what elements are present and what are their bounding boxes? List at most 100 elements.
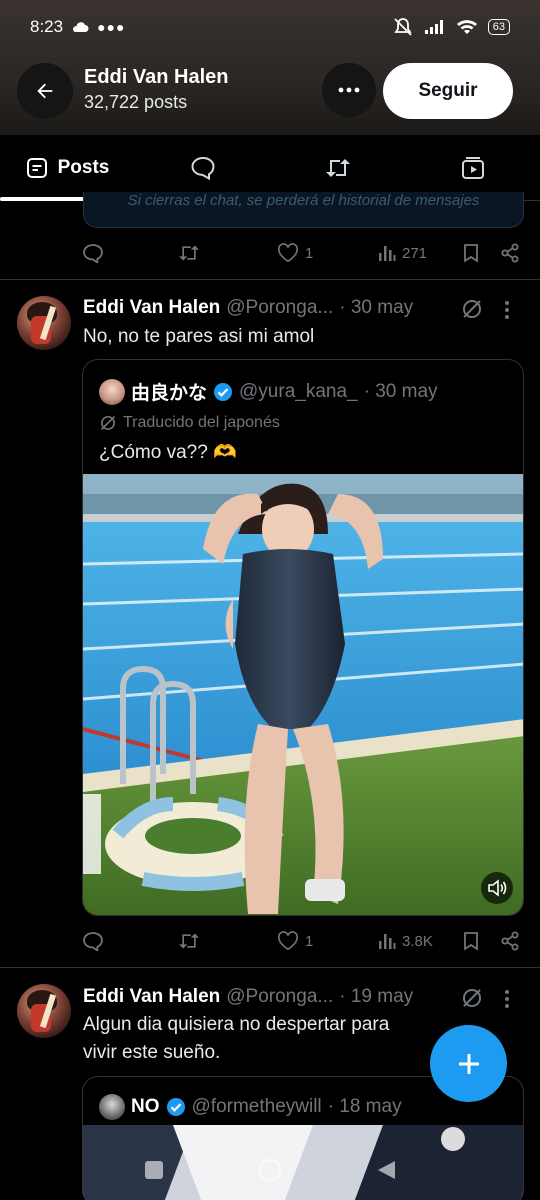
views-icon bbox=[379, 246, 396, 261]
battery-indicator: 63 bbox=[487, 19, 510, 35]
tab-reposts[interactable] bbox=[270, 135, 405, 200]
quoted-avatar bbox=[99, 378, 125, 405]
reply-icon bbox=[83, 932, 103, 951]
quoted-post-date: · 30 may bbox=[363, 380, 438, 402]
post-header: Eddi Van Halen @Poronga... · 19 may bbox=[83, 986, 413, 1008]
share-button[interactable] bbox=[500, 243, 520, 263]
grok-icon[interactable] bbox=[461, 987, 483, 1009]
tab-replies[interactable] bbox=[135, 135, 270, 200]
reply-button[interactable] bbox=[82, 931, 104, 951]
quoted-post-header: NO @formetheywill · 18 may bbox=[99, 1094, 402, 1120]
reply-icon bbox=[83, 244, 103, 263]
quoted-video[interactable] bbox=[83, 474, 523, 915]
heart-icon bbox=[277, 243, 299, 263]
bookmark-button[interactable] bbox=[462, 243, 480, 263]
like-button[interactable]: 1 bbox=[277, 931, 313, 951]
system-nav-bar bbox=[0, 1140, 540, 1200]
replies-icon bbox=[190, 156, 215, 180]
avatar[interactable] bbox=[17, 984, 71, 1038]
status-bar: 8:23 ●●● 63 bbox=[0, 0, 540, 54]
plus-icon bbox=[458, 1053, 479, 1074]
tab-media[interactable] bbox=[405, 135, 540, 200]
more-dots-icon bbox=[338, 87, 360, 93]
post-count: 32,722 posts bbox=[84, 92, 188, 112]
views-button[interactable]: 3.8K bbox=[378, 932, 433, 950]
view-count: 3.8K bbox=[402, 932, 433, 950]
previous-quote-card-tail[interactable]: Si cierras el chat, se perderá el histor… bbox=[83, 192, 524, 228]
grok-icon[interactable] bbox=[461, 298, 483, 320]
home-icon[interactable] bbox=[257, 1157, 283, 1183]
translate-icon bbox=[100, 415, 116, 431]
author-name[interactable]: Eddi Van Halen bbox=[83, 297, 220, 319]
like-count: 1 bbox=[305, 244, 314, 262]
speaker-muted-icon bbox=[488, 879, 507, 897]
media-icon bbox=[461, 156, 484, 179]
cloud-icon bbox=[73, 22, 89, 32]
arrow-left-icon bbox=[37, 83, 53, 99]
status-time: 8:23 bbox=[30, 17, 64, 36]
post-actions: 1 3.8K bbox=[82, 926, 522, 956]
reposts-icon bbox=[325, 158, 350, 177]
signal-icon bbox=[424, 20, 443, 34]
unmute-button[interactable] bbox=[481, 872, 513, 904]
heart-icon bbox=[277, 931, 299, 951]
quoted-post[interactable]: 由良かな @yura_kana_ · 30 may Traducido del … bbox=[82, 359, 524, 916]
author-handle[interactable]: @Poronga... bbox=[226, 297, 333, 319]
author-name[interactable]: Eddi Van Halen bbox=[83, 986, 220, 1008]
quoted-author-name: NO bbox=[131, 1096, 160, 1117]
pool-video-frame bbox=[83, 474, 523, 915]
profile-title-block: Eddi Van Halen 32,722 posts bbox=[84, 66, 228, 113]
bookmark-button[interactable] bbox=[462, 931, 480, 951]
share-icon bbox=[501, 931, 519, 951]
back-nav-icon[interactable] bbox=[375, 1159, 397, 1181]
quoted-avatar bbox=[99, 1094, 125, 1120]
previous-quote-text: Si cierras el chat, se perderá el histor… bbox=[127, 192, 480, 209]
post-date[interactable]: · 30 may bbox=[339, 297, 413, 319]
repost-button[interactable] bbox=[177, 243, 201, 263]
quoted-author-handle: @formetheywill bbox=[191, 1096, 322, 1117]
post-menu-icon[interactable] bbox=[504, 300, 510, 320]
quoted-post-date: · 18 may bbox=[327, 1096, 402, 1117]
post-menu-icon[interactable] bbox=[504, 989, 510, 1009]
bookmark-icon bbox=[464, 932, 478, 951]
more-options-button[interactable] bbox=[322, 63, 376, 117]
wifi-icon bbox=[456, 20, 477, 34]
previous-post-actions: 1 271 bbox=[82, 238, 522, 268]
back-button[interactable] bbox=[17, 63, 73, 119]
posts-icon bbox=[26, 157, 47, 178]
views-icon bbox=[379, 934, 396, 949]
translated-label: Traducido del japonés bbox=[99, 414, 280, 432]
post-1[interactable]: Eddi Van Halen @Poronga... · 30 may No, … bbox=[0, 280, 540, 968]
like-count: 1 bbox=[305, 932, 314, 950]
verified-badge-icon bbox=[214, 382, 233, 401]
views-button[interactable]: 271 bbox=[378, 244, 427, 262]
repost-icon bbox=[179, 933, 199, 949]
quoted-post-header: 由良かな @yura_kana_ · 30 may bbox=[99, 378, 438, 405]
profile-name: Eddi Van Halen bbox=[84, 66, 229, 88]
post-text: No, no te pares asi mi amol bbox=[83, 326, 315, 347]
more-notifications-icon: ●●● bbox=[97, 19, 126, 35]
reply-button[interactable] bbox=[82, 243, 104, 263]
quoted-post-text: ¿Cómo va?? 🫶 bbox=[99, 442, 237, 463]
like-button[interactable]: 1 bbox=[277, 243, 313, 263]
bookmark-icon bbox=[464, 244, 478, 263]
mute-icon bbox=[394, 18, 412, 36]
share-button[interactable] bbox=[500, 931, 520, 951]
compose-button[interactable] bbox=[430, 1025, 507, 1102]
post-text: Algun dia quisiera no despertar para viv… bbox=[83, 1014, 390, 1063]
repost-icon bbox=[179, 245, 199, 261]
tab-posts[interactable]: Posts bbox=[0, 135, 145, 201]
quoted-author-name: 由良かな bbox=[131, 383, 208, 404]
verified-badge-icon bbox=[166, 1098, 185, 1116]
recents-icon[interactable] bbox=[143, 1159, 165, 1181]
follow-button[interactable]: Seguir bbox=[383, 63, 513, 119]
quoted-author-handle: @yura_kana_ bbox=[239, 380, 358, 402]
avatar[interactable] bbox=[17, 296, 71, 350]
repost-button[interactable] bbox=[177, 931, 201, 951]
author-handle[interactable]: @Poronga... bbox=[226, 986, 333, 1008]
post-header: Eddi Van Halen @Poronga... · 30 may bbox=[83, 297, 413, 319]
view-count: 271 bbox=[402, 244, 428, 262]
share-icon bbox=[501, 243, 519, 263]
post-date[interactable]: · 19 may bbox=[339, 986, 413, 1008]
tab-posts-label: Posts bbox=[57, 156, 110, 178]
